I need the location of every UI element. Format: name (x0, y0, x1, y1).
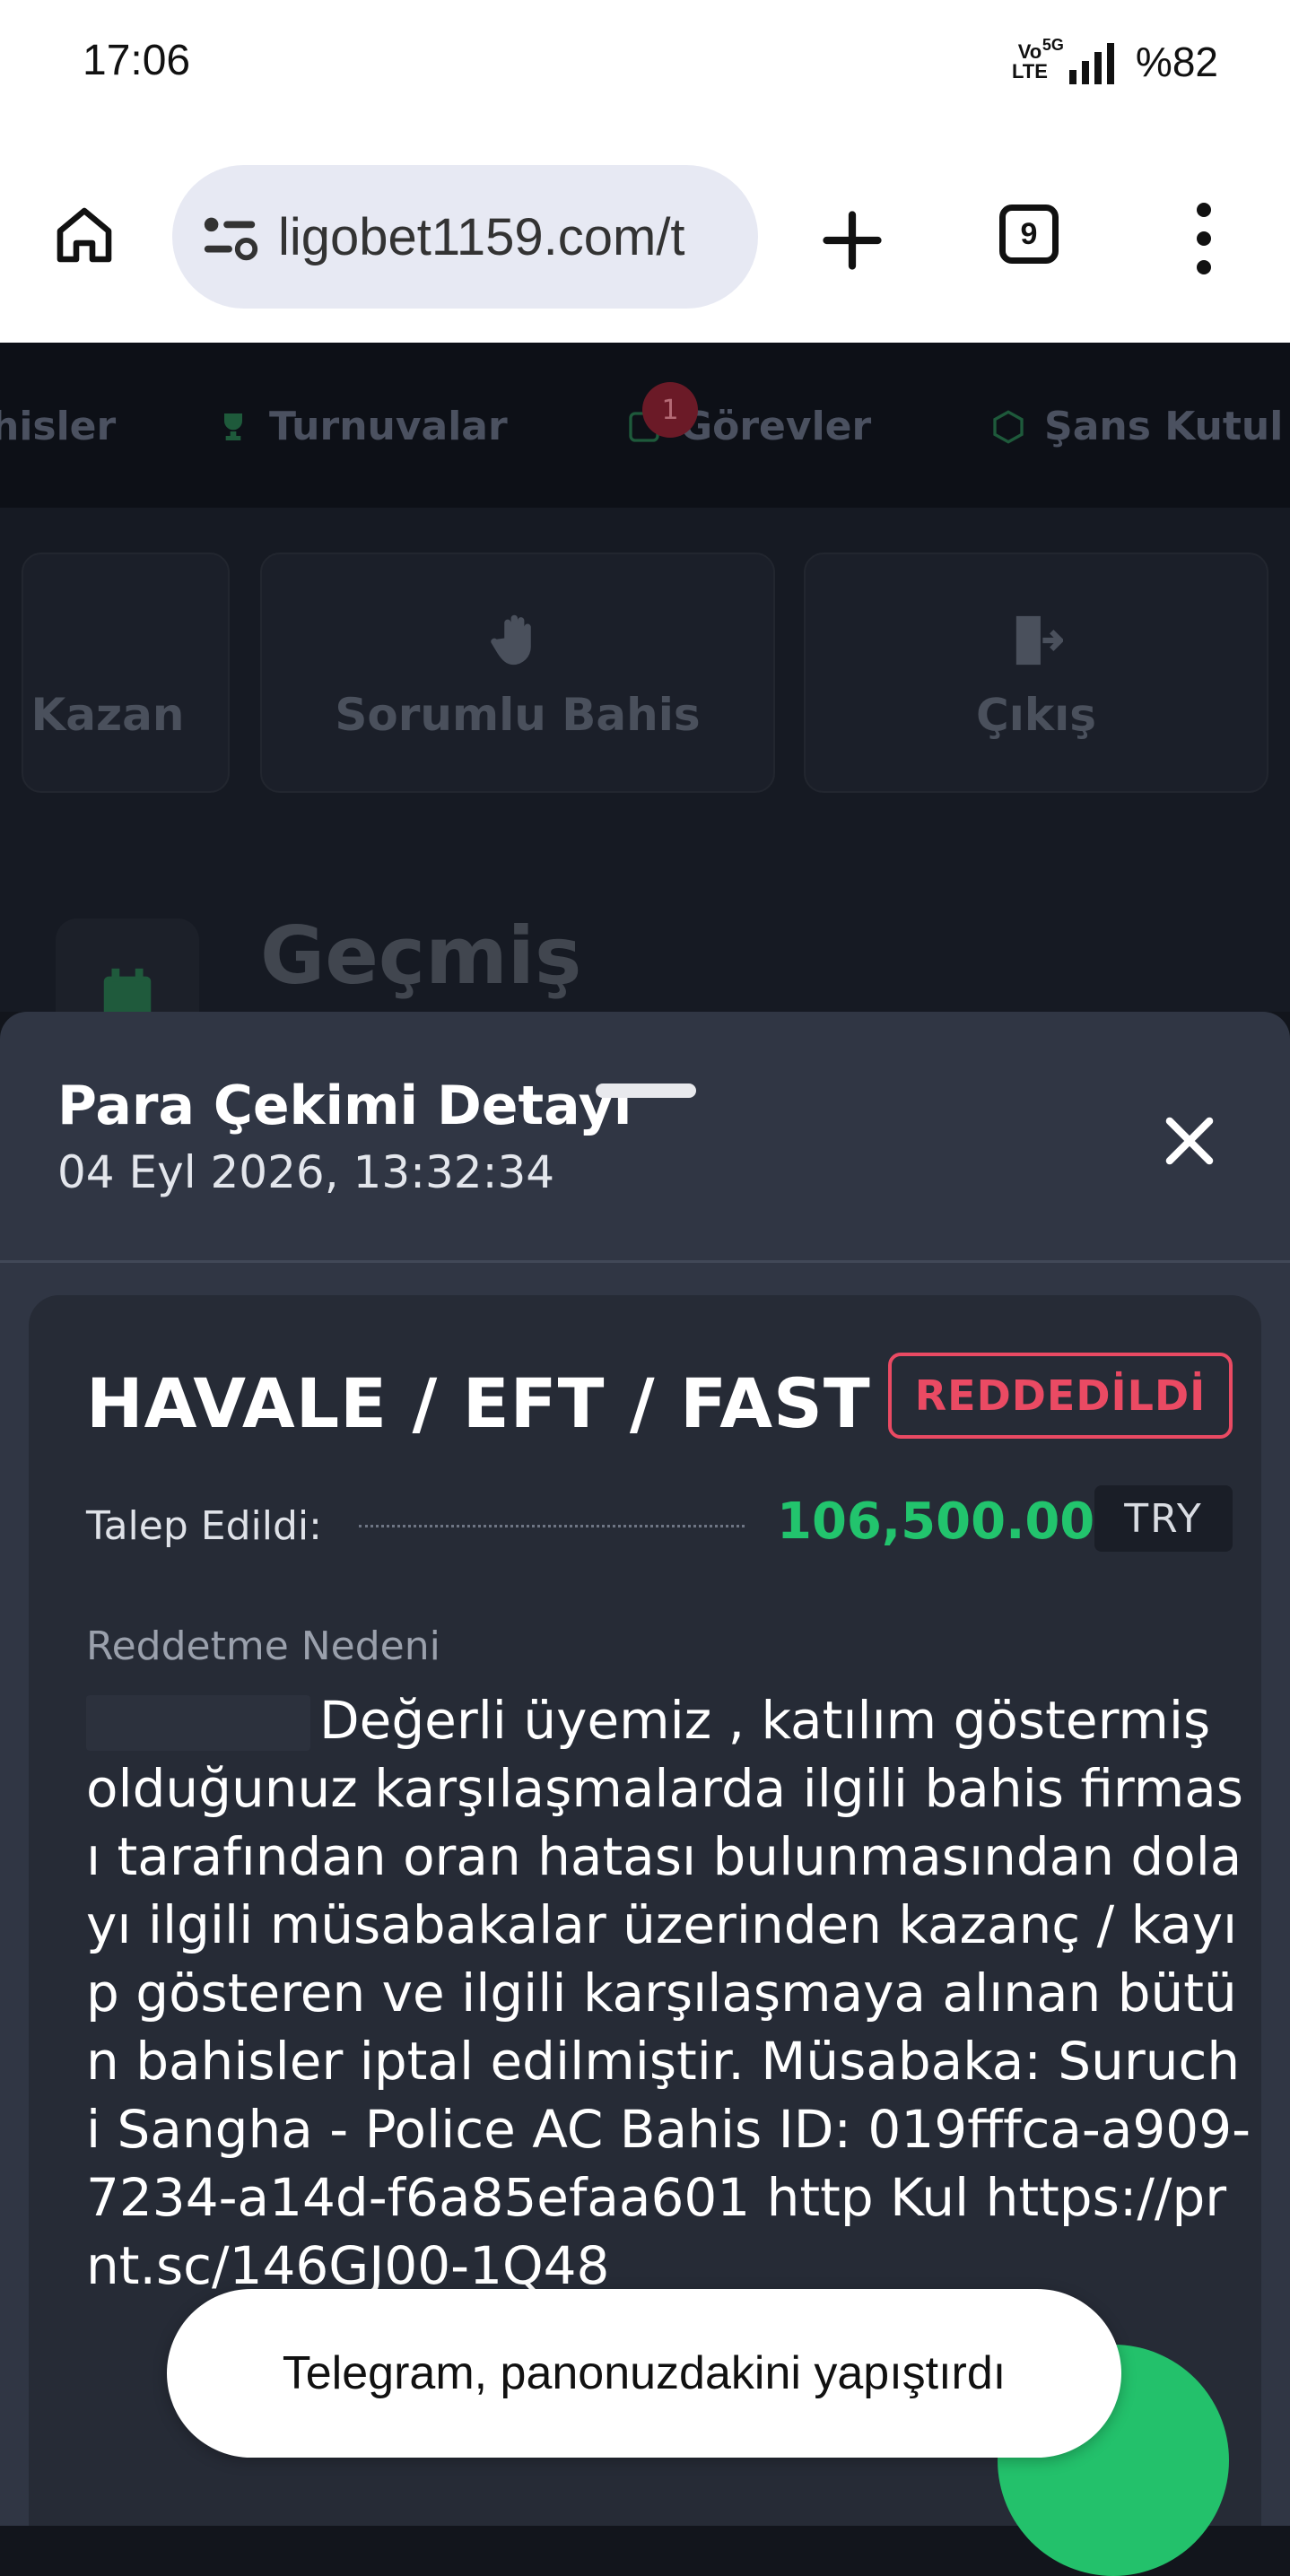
sheet-date: 04 Eyl 2026, 13:32:34 (57, 1146, 555, 1198)
status-bar: 17:06 Vo LTE 5G %82 (0, 0, 1290, 135)
site-settings-icon[interactable] (199, 210, 262, 264)
logout-icon (1015, 615, 1063, 666)
nav-item-tournaments[interactable]: Turnuvalar (215, 404, 508, 449)
status-time: 17:06 (83, 37, 191, 84)
dotted-divider (359, 1525, 745, 1527)
trophy-icon (224, 413, 242, 440)
quick-link-logout[interactable]: Çıkış (804, 553, 1268, 793)
site-content: Kazan Sorumlu Bahis Çıkış Geçmiş (0, 508, 1290, 1062)
requested-label: Talep Edildi: (86, 1503, 322, 1549)
sheet-title: Para Çekimi Detayı (57, 1075, 632, 1137)
browser-toolbar: ligobet1159.com/t 9 (0, 135, 1290, 343)
nav-item-luck-box[interactable]: Şans Kutul (990, 404, 1283, 449)
sheet-header: Para Çekimi Detayı 04 Eyl 2026, 13:32:34 (0, 1012, 1290, 1263)
hand-icon (491, 614, 531, 666)
home-icon (57, 207, 112, 263)
quick-link-win[interactable]: Kazan (22, 553, 230, 793)
status-indicators: Vo LTE 5G %82 (1012, 36, 1218, 86)
nav-item-bets[interactable]: hisler (0, 404, 116, 449)
more-menu-icon[interactable] (1186, 203, 1222, 274)
new-tab-icon[interactable] (818, 206, 886, 274)
close-icon[interactable] (1155, 1107, 1224, 1175)
battery-level: %82 (1135, 39, 1218, 85)
section-title: Geçmiş (260, 909, 582, 1002)
drag-handle[interactable] (596, 1083, 696, 1098)
reason-text: Değerli üyemiz , katılım göstermiş olduğ… (86, 1690, 1251, 2296)
url-text: ligobet1159.com/t (278, 207, 685, 266)
currency-badge: TRY (1094, 1485, 1233, 1552)
box-icon (993, 409, 1024, 444)
site-nav: hisler Turnuvalar Görevler 1 Şans Kutul (0, 343, 1290, 508)
payment-method: HAVALE / EFT / FAST (86, 1363, 871, 1443)
status-badge: REDDEDİLDİ (888, 1353, 1233, 1439)
clipboard-toast: Telegram, panonuzdakini yapıştırdı (167, 2289, 1121, 2458)
network-type: 5G (1042, 36, 1064, 54)
reason-label: Reddetme Nedeni (86, 1623, 440, 1669)
tasks-badge: 1 (642, 382, 698, 438)
home-button[interactable] (48, 199, 120, 271)
signal-icon: 5G (1042, 36, 1114, 84)
quick-link-responsible-gambling[interactable]: Sorumlu Bahis (260, 553, 775, 793)
amount: 106,500.00 (777, 1493, 1095, 1551)
tab-switcher-button[interactable]: 9 (999, 205, 1059, 264)
address-bar[interactable]: ligobet1159.com/t (172, 165, 758, 309)
